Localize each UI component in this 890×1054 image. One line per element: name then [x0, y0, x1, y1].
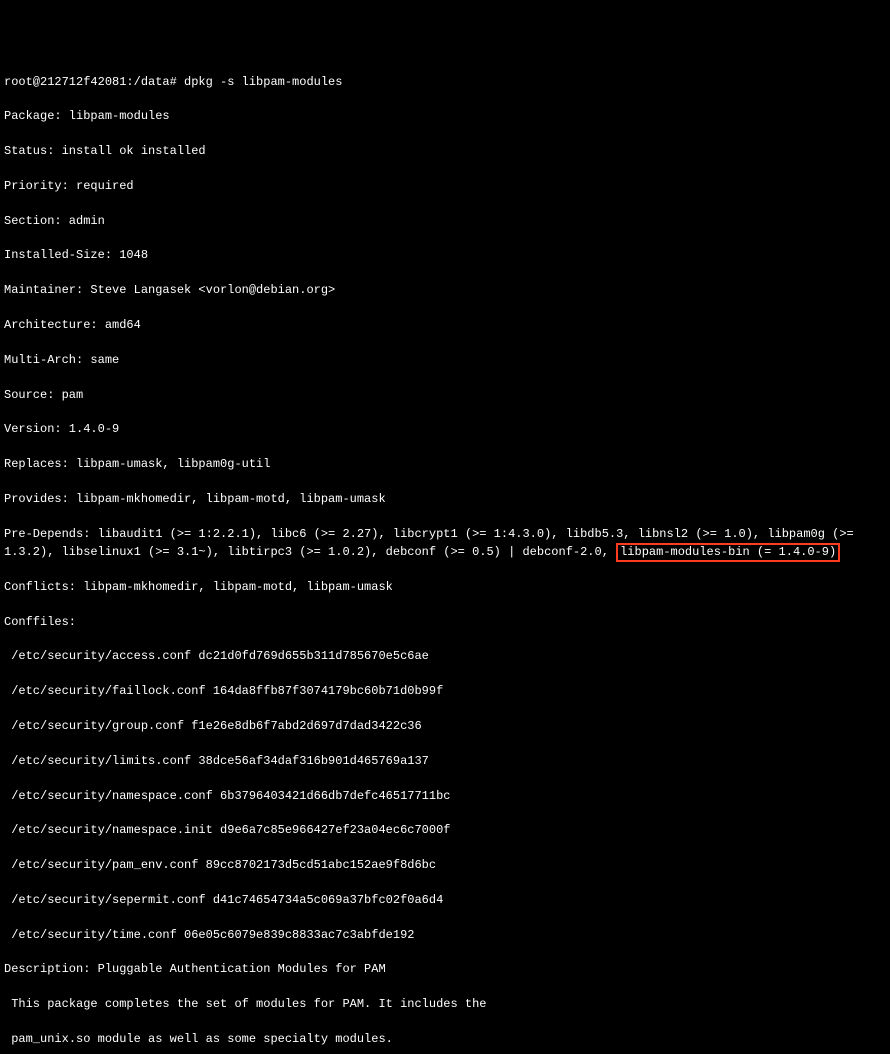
conffile-entry: /etc/security/access.conf dc21d0fd769d65…	[4, 648, 886, 665]
highlighted-dependency: libpam-modules-bin (= 1.4.0-9)	[616, 543, 840, 561]
version-line: Version: 1.4.0-9	[4, 421, 886, 438]
multi-arch-line: Multi-Arch: same	[4, 352, 886, 369]
conffile-entry: /etc/security/namespace.conf 6b379640342…	[4, 788, 886, 805]
conffile-entry: /etc/security/namespace.init d9e6a7c85e9…	[4, 822, 886, 839]
conffile-entry: /etc/security/sepermit.conf d41c74654734…	[4, 892, 886, 909]
conffile-entry: /etc/security/limits.conf 38dce56af34daf…	[4, 753, 886, 770]
installed-size-line: Installed-Size: 1048	[4, 247, 886, 264]
architecture-line: Architecture: amd64	[4, 317, 886, 334]
replaces-line: Replaces: libpam-umask, libpam0g-util	[4, 456, 886, 473]
conffile-entry: /etc/security/pam_env.conf 89cc8702173d5…	[4, 857, 886, 874]
description-body: This package completes the set of module…	[4, 996, 886, 1013]
pre-depends-line: Pre-Depends: libaudit1 (>= 1:2.2.1), lib…	[4, 526, 886, 562]
description-line: Description: Pluggable Authentication Mo…	[4, 961, 886, 978]
maintainer-line: Maintainer: Steve Langasek <vorlon@debia…	[4, 282, 886, 299]
description-body: pam_unix.so module as well as some speci…	[4, 1031, 886, 1048]
priority-line: Priority: required	[4, 178, 886, 195]
shell-prompt: root@212712f42081:/data#	[4, 75, 177, 89]
package-line: Package: libpam-modules	[4, 108, 886, 125]
status-line: Status: install ok installed	[4, 143, 886, 160]
conflicts-line: Conflicts: libpam-mkhomedir, libpam-motd…	[4, 579, 886, 596]
conffiles-header: Conffiles:	[4, 614, 886, 631]
source-line: Source: pam	[4, 387, 886, 404]
conffile-entry: /etc/security/faillock.conf 164da8ffb87f…	[4, 683, 886, 700]
section-line: Section: admin	[4, 213, 886, 230]
provides-line: Provides: libpam-mkhomedir, libpam-motd,…	[4, 491, 886, 508]
conffile-entry: /etc/security/time.conf 06e05c6079e839c8…	[4, 927, 886, 944]
command-text: dpkg -s libpam-modules	[184, 75, 342, 89]
conffile-entry: /etc/security/group.conf f1e26e8db6f7abd…	[4, 718, 886, 735]
